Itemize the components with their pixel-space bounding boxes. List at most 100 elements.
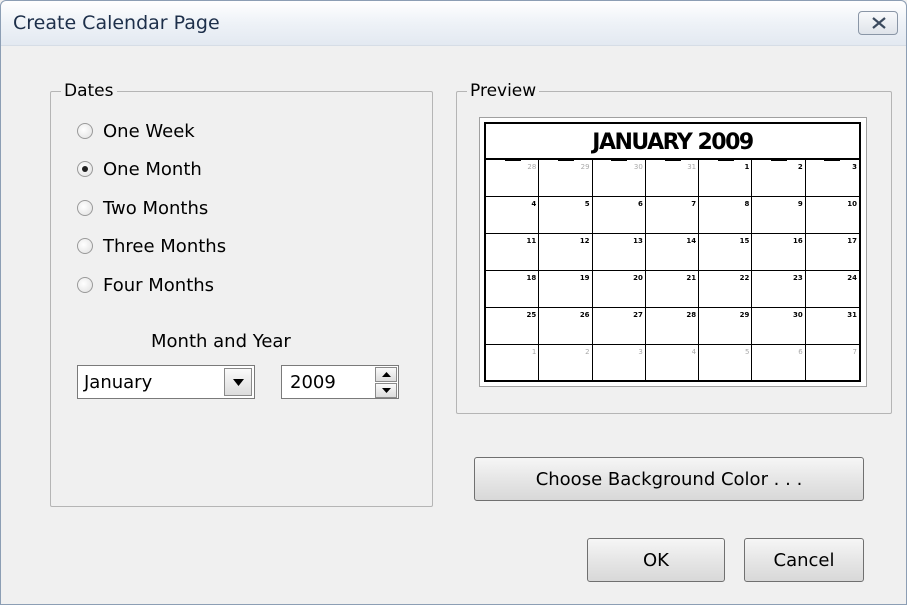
- calendar-day-cell: 26: [539, 308, 593, 345]
- month-dropdown[interactable]: January: [77, 365, 255, 399]
- calendar-day-cell: 1: [699, 160, 753, 197]
- radio-label: Four Months: [103, 274, 215, 296]
- window-title: Create Calendar Page: [13, 12, 220, 34]
- calendar-day-cell: 2: [752, 160, 806, 197]
- arrow-up-icon: [382, 372, 391, 377]
- radio-option[interactable]: One Month: [77, 156, 202, 182]
- calendar-day-cell: 30: [592, 160, 646, 197]
- calendar-day-number: 29: [580, 163, 590, 171]
- year-value: 2009: [290, 372, 336, 393]
- arrow-down-icon: [382, 388, 391, 393]
- radio-button[interactable]: [77, 200, 93, 216]
- choose-background-color-button[interactable]: Choose Background Color . . .: [474, 457, 864, 501]
- calendar-day-number: 30: [633, 163, 643, 171]
- calendar-day-number: 7: [691, 200, 697, 208]
- calendar-day-cell: 3: [593, 345, 646, 382]
- cancel-button[interactable]: Cancel: [744, 538, 864, 582]
- year-spinner[interactable]: 2009: [281, 365, 399, 399]
- month-value: January: [84, 372, 153, 393]
- calendar-day-cell: 19: [539, 271, 593, 308]
- calendar-day-number: 24: [847, 274, 857, 282]
- calendar-day-cell: 27: [592, 308, 646, 345]
- calendar-day-cell: 8: [699, 197, 753, 234]
- calendar-day-cell: 23: [752, 271, 806, 308]
- calendar-day-number: 9: [797, 200, 803, 208]
- calendar-day-cell: 18: [486, 271, 540, 308]
- calendar-day-number: 18: [526, 274, 537, 282]
- calendar-day-cell: 2: [539, 345, 593, 382]
- calendar-day-number: 31: [687, 163, 697, 171]
- calendar-day-number: 10: [847, 200, 857, 208]
- calendar-day-number: 20: [633, 274, 643, 282]
- calendar-page: JANUARY 2009 28 29 30 31 1 2 3 4 5 6 7 8 9 10 11 12 13 14…: [484, 122, 861, 382]
- calendar-day-number: 30: [792, 311, 803, 319]
- calendar-day-cell: 30: [752, 308, 806, 345]
- calendar-day-number: 1: [744, 163, 750, 171]
- year-increment-button[interactable]: [375, 367, 397, 382]
- radio-option[interactable]: Two Months: [77, 195, 208, 221]
- calendar-day-cell: 5: [539, 197, 593, 234]
- radio-button[interactable]: [77, 161, 93, 177]
- ok-button[interactable]: OK: [587, 538, 725, 582]
- calendar-day-cell: 21: [645, 271, 700, 308]
- calendar-day-number: 2: [585, 348, 590, 356]
- calendar-day-number: 14: [686, 237, 697, 245]
- calendar-day-cell: 22: [699, 271, 753, 308]
- preview-legend: Preview: [470, 81, 537, 101]
- calendar-day-number: 21: [686, 274, 697, 282]
- radio-button[interactable]: [77, 277, 93, 293]
- calendar-day-cell: 5: [699, 345, 753, 382]
- calendar-day-cell: 28: [486, 160, 540, 197]
- calendar-day-number: 5: [744, 348, 750, 356]
- calendar-title: JANUARY 2009: [592, 130, 754, 155]
- year-decrement-button[interactable]: [375, 383, 397, 398]
- calendar-day-number: 7: [852, 348, 857, 356]
- radio-button[interactable]: [77, 123, 93, 139]
- calendar-day-cell: 4: [646, 345, 700, 382]
- calendar-day-cell: 9: [752, 197, 806, 234]
- calendar-day-number: 3: [638, 348, 643, 356]
- calendar-day-cell: 1: [486, 345, 540, 382]
- calendar-day-number: 8: [744, 200, 750, 208]
- month-year-label: Month and Year: [151, 331, 291, 352]
- calendar-day-cell: 31: [645, 160, 700, 197]
- calendar-day-number: 11: [526, 237, 537, 245]
- calendar-day-cell: 14: [645, 234, 700, 271]
- radio-option[interactable]: Three Months: [77, 233, 226, 259]
- calendar-day-cell: 7: [645, 197, 700, 234]
- calendar-day-cell: 20: [592, 271, 646, 308]
- calendar-day-number: 19: [579, 274, 590, 282]
- calendar-day-number: 6: [637, 200, 643, 208]
- radio-button[interactable]: [77, 238, 93, 254]
- calendar-day-number: 28: [686, 311, 697, 319]
- radio-label: Two Months: [103, 197, 209, 219]
- calendar-day-number: 17: [847, 237, 857, 245]
- month-dropdown-button[interactable]: [224, 368, 252, 396]
- radio-option[interactable]: One Week: [77, 118, 195, 144]
- calendar-day-cell: 7: [806, 345, 859, 382]
- calendar-day-cell: 29: [699, 308, 753, 345]
- calendar-day-cell: 31: [805, 308, 859, 345]
- calendar-day-cell: 6: [752, 345, 806, 382]
- close-icon: [872, 17, 886, 29]
- calendar-day-number: 3: [852, 163, 857, 171]
- calendar-day-number: 13: [633, 237, 643, 245]
- calendar-day-cell: 28: [645, 308, 700, 345]
- calendar-day-cell: 11: [486, 234, 540, 271]
- calendar-day-number: 5: [584, 200, 590, 208]
- dates-legend: Dates: [64, 81, 114, 101]
- calendar-day-cell: 25: [486, 308, 540, 345]
- radio-label: One Week: [103, 120, 195, 142]
- calendar-day-number: 26: [579, 311, 590, 319]
- calendar-day-number: 22: [739, 274, 750, 282]
- close-button[interactable]: [858, 11, 898, 35]
- calendar-day-number: 31: [847, 311, 857, 319]
- calendar-day-number: 25: [526, 311, 537, 319]
- radio-option[interactable]: Four Months: [77, 272, 214, 298]
- radio-label: Three Months: [103, 235, 227, 257]
- calendar-day-cell: 3: [805, 160, 859, 197]
- calendar-day-cell: 16: [752, 234, 806, 271]
- calendar-day-cell: 6: [592, 197, 646, 234]
- calendar-day-number: 6: [798, 348, 803, 356]
- calendar-day-cell: 4: [486, 197, 540, 234]
